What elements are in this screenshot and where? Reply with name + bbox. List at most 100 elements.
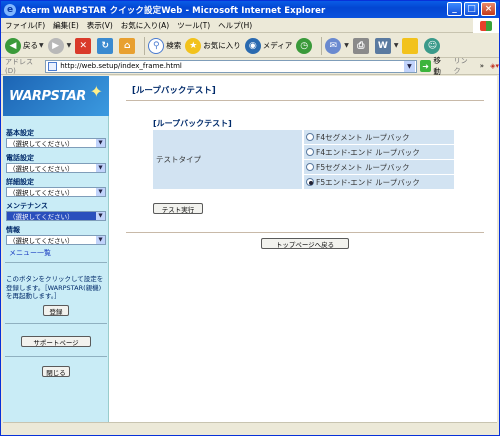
menu-list-link[interactable]: メニュー一覧: [9, 248, 51, 258]
section-label: 情報: [6, 226, 20, 234]
media-button[interactable]: ◉ メディア: [244, 37, 293, 54]
links-label[interactable]: リンク: [454, 56, 474, 76]
back-dropdown-icon[interactable]: ▼: [39, 42, 44, 49]
maximize-button[interactable]: □: [464, 2, 479, 16]
select-value: （選択してください）: [9, 213, 74, 221]
forward-dropdown-icon[interactable]: ▼: [67, 42, 72, 49]
star-icon: ★: [185, 37, 202, 54]
radio-button[interactable]: [306, 163, 314, 171]
option-f5-segment[interactable]: F5セグメント ループバック: [304, 160, 454, 174]
option-f5-end-to-end[interactable]: F5エンド-エンド ループバック: [304, 175, 454, 189]
option-label: F5セグメント ループバック: [316, 162, 410, 172]
section-maintenance: メンテナンス （選択してください） ▼: [6, 201, 106, 221]
basic-settings-select[interactable]: （選択してください） ▼: [6, 138, 106, 148]
refresh-button[interactable]: ↻: [97, 37, 115, 54]
option-label: F5エンド-エンド ループバック: [316, 177, 420, 187]
radio-button[interactable]: [306, 148, 314, 156]
page-title: [ループバックテスト]: [132, 86, 216, 96]
links-chevron-icon[interactable]: »: [480, 62, 484, 70]
radio-button[interactable]: [306, 133, 314, 141]
addon-icon[interactable]: ◈▾: [490, 62, 499, 70]
radio-button-selected[interactable]: [306, 178, 314, 186]
messenger-button[interactable]: ☺: [424, 37, 442, 54]
home-icon: ⌂: [119, 37, 136, 54]
address-url: http://web.setup/index_frame.html: [60, 62, 182, 70]
menu-favorites[interactable]: お気に入り(A): [121, 20, 169, 31]
search-icon: ⚲: [148, 37, 165, 54]
go-label: 移動: [433, 56, 441, 76]
media-label: メディア: [262, 41, 293, 50]
chevron-down-icon: ▼: [96, 212, 105, 220]
select-value: （選択してください）: [9, 140, 74, 148]
go-arrow-icon: ➜: [419, 60, 432, 72]
history-button[interactable]: ◷: [296, 37, 314, 54]
option-f4-end-to-end[interactable]: F4エンド-エンド ループバック: [304, 145, 454, 159]
edit-button[interactable]: W ▼: [374, 37, 399, 54]
sidebar-divider: [5, 323, 107, 324]
folder-icon: [402, 37, 419, 54]
phone-settings-select[interactable]: （選択してください） ▼: [6, 163, 106, 173]
print-button[interactable]: ⎙: [352, 37, 371, 54]
chevron-down-icon: ▼: [96, 164, 105, 172]
title-bar: e Aterm WARPSTAR クイック設定Web - Microsoft I…: [1, 1, 499, 18]
mail-button[interactable]: ✉ ▼: [325, 37, 349, 54]
menu-tools[interactable]: ツール(T): [177, 20, 210, 31]
page-icon: [48, 61, 58, 71]
forward-button[interactable]: ▶ ▼: [47, 37, 72, 54]
run-test-button[interactable]: テスト実行: [153, 203, 203, 214]
sidebar: WARPSTAR ✦ 基本設定 （選択してください） ▼ 電話設定 （選択してく…: [3, 76, 109, 422]
close-window-button[interactable]: ×: [481, 2, 496, 16]
option-f4-segment[interactable]: F4セグメント ループバック: [304, 130, 454, 144]
maintenance-select[interactable]: （選択してください） ▼: [6, 211, 106, 221]
browser-window: e Aterm WARPSTAR クイック設定Web - Microsoft I…: [0, 0, 500, 436]
info-select[interactable]: （選択してください） ▼: [6, 235, 106, 245]
support-page-button[interactable]: サポートページ: [21, 336, 91, 347]
chevron-down-icon: ▼: [96, 188, 105, 196]
star-logo-icon: ✦: [89, 82, 103, 101]
warpstar-logo: WARPSTAR ✦: [3, 76, 109, 116]
chevron-down-icon: ▼: [96, 139, 105, 147]
section-advanced: 詳細設定 （選択してください） ▼: [6, 177, 106, 197]
go-button[interactable]: ➜ 移動: [419, 55, 448, 77]
address-input[interactable]: http://web.setup/index_frame.html ▼: [45, 59, 417, 73]
option-label: F4セグメント ループバック: [316, 132, 410, 142]
history-icon: ◷: [296, 37, 313, 54]
back-to-top-button[interactable]: トップページへ戻る: [261, 238, 349, 249]
messenger-icon: ☺: [424, 37, 441, 54]
refresh-icon: ↻: [97, 37, 114, 54]
option-label: F4エンド-エンド ループバック: [316, 147, 420, 157]
register-button[interactable]: 登録: [43, 305, 69, 316]
advanced-settings-select[interactable]: （選択してください） ▼: [6, 187, 106, 197]
forward-arrow-icon: ▶: [47, 37, 64, 54]
menu-help[interactable]: ヘルプ(H): [218, 20, 252, 31]
footer-divider: [126, 232, 484, 233]
menu-file[interactable]: ファイル(F): [5, 20, 45, 31]
home-button[interactable]: ⌂: [119, 37, 137, 54]
section-label: 詳細設定: [6, 178, 34, 186]
stop-button[interactable]: ✕: [75, 37, 93, 54]
address-bar: アドレス(D) http://web.setup/index_frame.htm…: [1, 55, 499, 77]
test-type-options: F4セグメント ループバック F4エンド-エンド ループバック F5セグメント …: [304, 130, 454, 189]
test-type-label: テストタイプ: [153, 130, 302, 189]
close-page-button[interactable]: 閉じる: [42, 366, 70, 377]
logo-text: WARPSTAR: [9, 89, 86, 104]
search-button[interactable]: ⚲ 検索: [148, 37, 181, 54]
discuss-button[interactable]: [402, 37, 420, 54]
select-value: （選択してください）: [9, 189, 74, 197]
register-note: このボタンをクリックして設定を登録します。［WARPSTAR(親機)を再起動しま…: [6, 275, 104, 300]
windows-logo-icon: [473, 18, 499, 33]
mail-icon: ✉: [325, 37, 342, 54]
back-button[interactable]: ◀ 戻る ▼: [5, 37, 44, 54]
favorites-label: お気に入り: [203, 41, 241, 50]
media-icon: ◉: [244, 37, 261, 54]
sidebar-divider: [5, 356, 107, 357]
minimize-button[interactable]: _: [447, 2, 462, 16]
mail-dropdown-icon[interactable]: ▼: [344, 42, 349, 49]
section-label: 電話設定: [6, 154, 34, 162]
favorites-button[interactable]: ★ お気に入り: [185, 37, 241, 54]
edit-dropdown-icon[interactable]: ▼: [394, 42, 399, 49]
address-label: アドレス(D): [5, 58, 33, 75]
address-dropdown-icon[interactable]: ▼: [403, 60, 415, 72]
menu-view[interactable]: 表示(V): [87, 20, 113, 31]
menu-edit[interactable]: 編集(E): [53, 20, 79, 31]
